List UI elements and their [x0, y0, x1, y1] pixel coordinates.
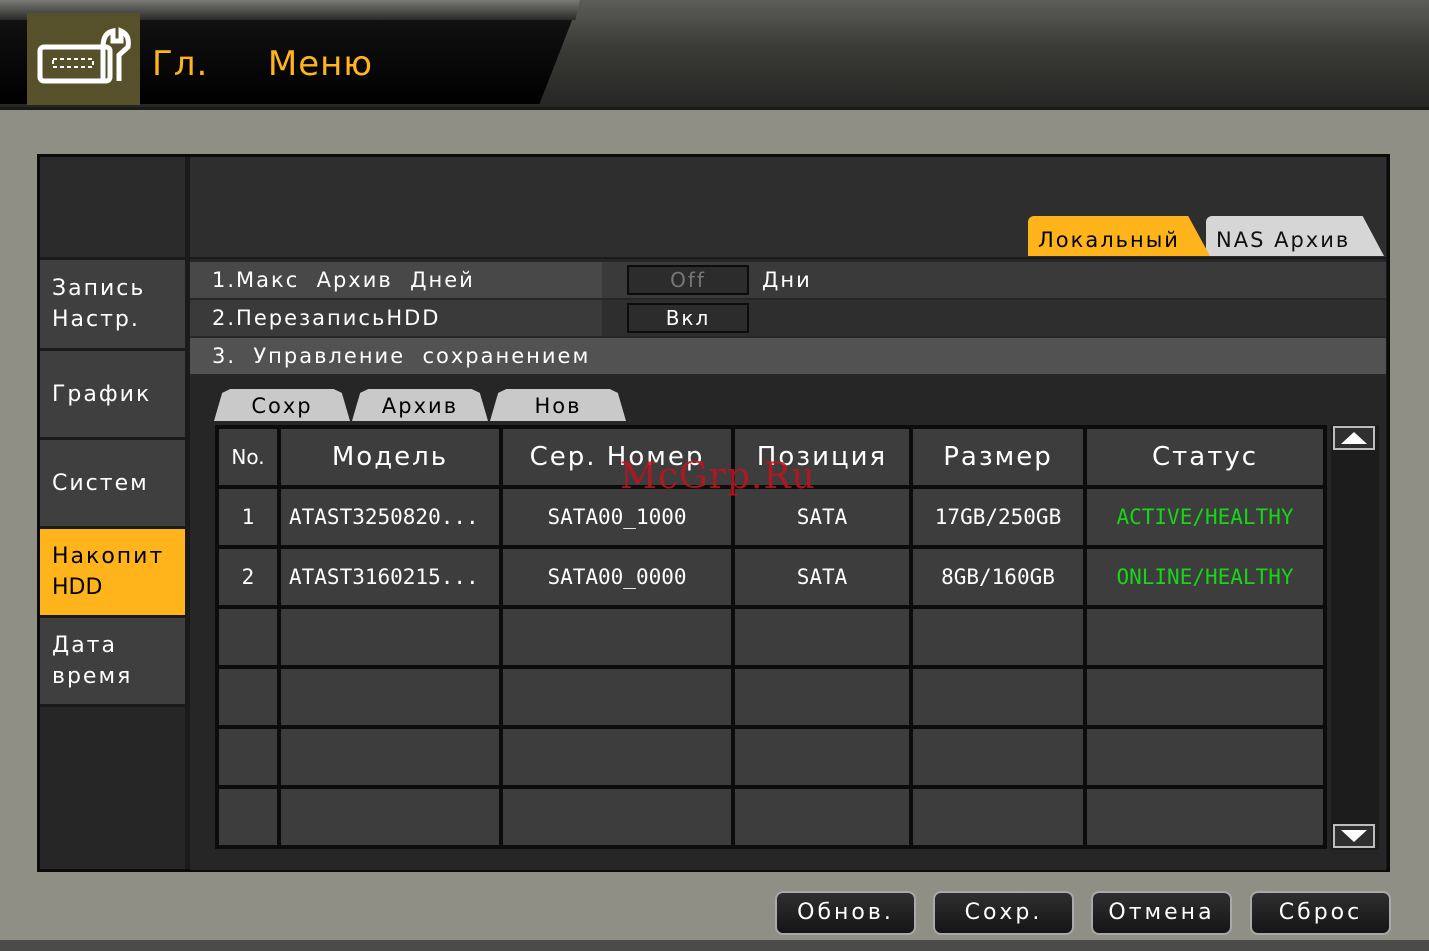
empty-cell — [503, 789, 731, 845]
sidebar-item-label: График — [52, 381, 152, 407]
subtab-archive[interactable]: Архив — [352, 389, 488, 421]
column-header-status: Статус — [1087, 429, 1323, 485]
empty-cell — [281, 789, 499, 845]
empty-cell — [503, 729, 731, 785]
cell-size: 17GB/250GB — [913, 489, 1083, 545]
cancel-button[interactable]: Отмена — [1091, 891, 1232, 935]
overwrite-hdd-toggle[interactable]: Вкл — [627, 303, 749, 333]
option-overwrite-hdd: 2.ПерезаписьHDD Вкл — [190, 300, 1386, 336]
empty-cell — [735, 669, 909, 725]
sidebar-item-hdd[interactable]: Накопит HDD — [40, 529, 185, 615]
empty-cell — [503, 669, 731, 725]
scroll-down-icon[interactable] — [1333, 824, 1375, 848]
sidebar-item-label: Систем — [52, 470, 149, 496]
empty-cell — [503, 609, 731, 665]
empty-cell — [913, 609, 1083, 665]
table-row[interactable]: 1 ATAST3250820... SATA00_1000 SATA 17GB/… — [219, 489, 1323, 545]
empty-cell — [1087, 609, 1323, 665]
option-storage-management: 3. Управление сохранением — [190, 338, 1386, 374]
empty-cell — [281, 669, 499, 725]
column-header-size: Размер — [913, 429, 1083, 485]
scroll-up-icon[interactable] — [1333, 426, 1375, 450]
empty-cell — [219, 729, 277, 785]
table-row[interactable]: 2 ATAST3160215... SATA00_0000 SATA 8GB/1… — [219, 549, 1323, 605]
cell-no: 2 — [219, 549, 277, 605]
max-archive-days-field[interactable]: Off — [627, 265, 749, 295]
cell-no: 1 — [219, 489, 277, 545]
reset-button[interactable]: Сброс — [1250, 891, 1391, 935]
table-row-empty — [219, 789, 1323, 845]
sidebar-item-label: Запись — [52, 276, 146, 301]
save-button[interactable]: Сохр. — [933, 891, 1074, 935]
subtab-new[interactable]: Нов — [490, 389, 626, 421]
subtab-save[interactable]: Сохр — [214, 389, 350, 421]
empty-cell — [735, 729, 909, 785]
sidebar-header — [40, 157, 185, 257]
sidebar-item-label: Накопит — [52, 544, 165, 569]
empty-cell — [281, 729, 499, 785]
empty-cell — [913, 789, 1083, 845]
empty-cell — [735, 609, 909, 665]
empty-cell — [219, 789, 277, 845]
sidebar-filler — [40, 707, 185, 869]
bottom-strip — [0, 940, 1429, 951]
column-header-model: Модель — [281, 429, 499, 485]
cell-position: SATA — [735, 549, 909, 605]
days-unit-label: Дни — [762, 268, 812, 292]
empty-cell — [1087, 669, 1323, 725]
refresh-button[interactable]: Обнов. — [775, 891, 916, 935]
sidebar-item-datetime[interactable]: Дата время — [40, 618, 185, 704]
sidebar-item-record-settings[interactable]: Запись Настр. — [40, 260, 185, 348]
column-header-no: No. — [219, 429, 277, 485]
cell-status: ONLINE/HEALTHY — [1087, 549, 1323, 605]
cell-position: SATA — [735, 489, 909, 545]
cell-serial: SATA00_0000 — [503, 549, 731, 605]
empty-cell — [913, 669, 1083, 725]
cell-size: 8GB/160GB — [913, 549, 1083, 605]
option-label: 2.ПерезаписьHDD — [212, 306, 441, 330]
sidebar-item-schedule[interactable]: График — [40, 351, 185, 437]
table-row-empty — [219, 669, 1323, 725]
empty-cell — [1087, 789, 1323, 845]
sidebar-item-system[interactable]: Систем — [40, 440, 185, 526]
cell-model: ATAST3160215... — [281, 549, 499, 605]
cell-status: ACTIVE/HEALTHY — [1087, 489, 1323, 545]
empty-cell — [219, 609, 277, 665]
empty-cell — [281, 609, 499, 665]
cell-model: ATAST3250820... — [281, 489, 499, 545]
sidebar-item-label: HDD — [52, 575, 103, 600]
table-row-empty — [219, 729, 1323, 785]
tab-local[interactable]: Локальный — [1028, 216, 1210, 256]
tab-nas-archive[interactable]: NAS Архив — [1206, 216, 1384, 256]
sidebar-item-label: Дата — [52, 633, 117, 658]
option-label: 1.Макс Архив Дней — [212, 268, 475, 292]
sidebar-item-label: Настр. — [52, 307, 140, 332]
empty-cell — [219, 669, 277, 725]
empty-cell — [1087, 729, 1323, 785]
empty-cell — [735, 789, 909, 845]
table-row-empty — [219, 609, 1323, 665]
option-label: 3. Управление сохранением — [212, 344, 591, 368]
cell-serial: SATA00_1000 — [503, 489, 731, 545]
watermark: McGrp.Ru — [620, 456, 816, 497]
empty-cell — [913, 729, 1083, 785]
page-title: Гл. Меню — [152, 44, 373, 84]
scrollbar-track[interactable] — [1331, 425, 1379, 850]
settings-tool-icon — [27, 13, 140, 105]
option-max-archive-days: 1.Макс Архив Дней Off Дни — [190, 262, 1386, 298]
sidebar-item-label: время — [52, 664, 133, 689]
